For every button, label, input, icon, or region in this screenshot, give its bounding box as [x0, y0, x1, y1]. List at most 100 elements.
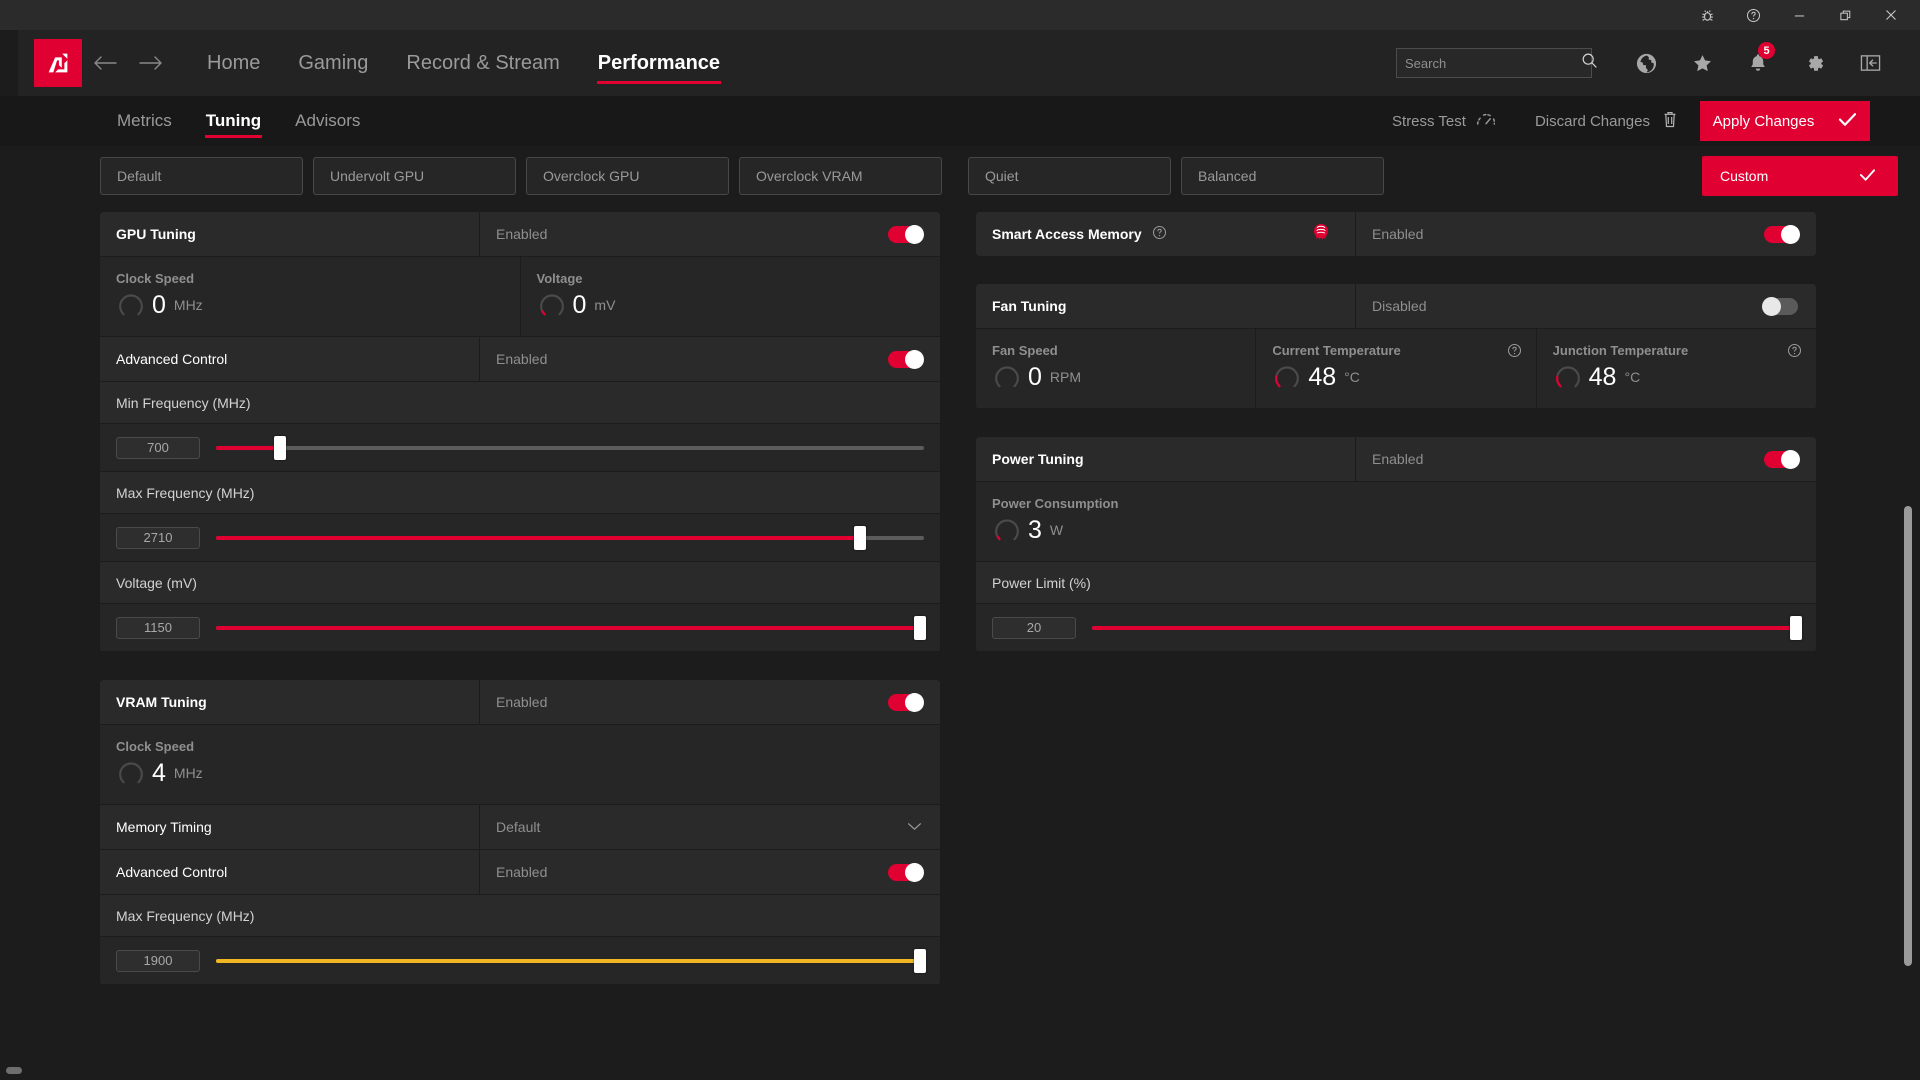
gpu-max-frequency-track[interactable]: [216, 525, 924, 550]
power-tuning-toggle[interactable]: [1764, 449, 1800, 469]
gpu-min-frequency-track[interactable]: [216, 435, 924, 460]
gpu-min-frequency-slider-row[interactable]: 700: [100, 424, 940, 472]
horizontal-scrollbar[interactable]: [6, 1067, 22, 1074]
tab-tuning[interactable]: Tuning: [189, 96, 278, 146]
vertical-scrollbar[interactable]: [1904, 506, 1912, 966]
right-column: Smart Access Memory Enabled Fan Tuning D…: [976, 212, 1816, 1013]
smart-access-memory-toggle-row[interactable]: Enabled: [1356, 212, 1816, 256]
help-circle-icon[interactable]: [1787, 343, 1802, 363]
vram-max-frequency-value[interactable]: 1900: [116, 949, 200, 972]
power-limit-track[interactable]: [1092, 615, 1803, 640]
fan-tuning-card: Fan Tuning Disabled Fan Speed 0 RPM Curr…: [976, 284, 1816, 409]
gpu-voltage-slider-value[interactable]: 1150: [116, 616, 200, 639]
nav-link-gaming[interactable]: Gaming: [279, 30, 387, 96]
sub-tabs: Metrics Tuning Advisors: [100, 96, 377, 146]
power-consumption-label: Power Consumption: [992, 496, 1119, 511]
smart-access-memory-row: Smart Access Memory Enabled: [976, 212, 1816, 256]
globe-icon[interactable]: [1618, 30, 1674, 96]
gpu-advanced-control-toggle-row[interactable]: Enabled: [480, 337, 940, 381]
nav-back-icon[interactable]: [82, 30, 128, 96]
power-consumption-metric: Power Consumption 3 W: [976, 482, 1816, 561]
vram-tuning-toggle[interactable]: [888, 692, 924, 712]
vram-max-frequency-track[interactable]: [216, 948, 927, 973]
stress-test-button[interactable]: Stress Test: [1392, 111, 1497, 131]
sub-bar-actions: Stress Test Discard Changes Apply Change…: [1392, 96, 1920, 146]
junction-temperature-unit: °C: [1624, 369, 1641, 385]
help-circle-icon[interactable]: [1507, 343, 1522, 363]
search-box[interactable]: [1396, 48, 1597, 78]
gpu-advanced-control-toggle[interactable]: [888, 349, 924, 369]
gpu-max-frequency-value[interactable]: 2710: [116, 526, 200, 549]
current-temperature-metric: Current Temperature 48 °C: [1256, 329, 1537, 408]
fan-tuning-toggle[interactable]: [1762, 296, 1798, 316]
preset-balanced[interactable]: Balanced: [1181, 157, 1384, 195]
vram-advanced-control-state: Enabled: [496, 864, 548, 880]
power-metrics-row: Power Consumption 3 W: [976, 482, 1816, 562]
discard-changes-button[interactable]: Discard Changes: [1535, 110, 1678, 133]
gpu-voltage-slider-row[interactable]: 1150: [100, 604, 940, 652]
vram-clock-speed-label: Clock Speed: [116, 739, 195, 754]
vram-max-frequency-slider-row[interactable]: 1900: [100, 937, 940, 985]
preset-overclock-vram[interactable]: Overclock VRAM: [739, 157, 942, 195]
gpu-tuning-toggle-row[interactable]: Enabled: [480, 212, 940, 256]
collapse-panel-icon[interactable]: [1842, 30, 1898, 96]
gpu-clock-speed-unit: MHz: [173, 297, 203, 313]
current-temperature-label: Current Temperature: [1272, 343, 1401, 358]
amd-logo[interactable]: [34, 39, 82, 87]
vram-memory-timing-dropdown[interactable]: Default: [480, 805, 940, 849]
gpu-max-frequency-slider-row[interactable]: 2710: [100, 514, 940, 562]
bell-icon[interactable]: 5: [1730, 30, 1786, 96]
nav-link-home[interactable]: Home: [188, 30, 279, 96]
power-limit-value[interactable]: 20: [992, 616, 1076, 639]
apply-changes-button[interactable]: Apply Changes: [1700, 101, 1870, 141]
gpu-tuning-toggle[interactable]: [888, 224, 924, 244]
search-input[interactable]: [1405, 55, 1581, 71]
gauge-icon: [119, 294, 143, 316]
chevron-down-icon[interactable]: [907, 820, 922, 834]
gpu-min-frequency-value[interactable]: 700: [116, 436, 200, 459]
gpu-voltage-metric: Voltage 0 mV: [521, 257, 941, 336]
star-icon[interactable]: [1674, 30, 1730, 96]
power-tuning-toggle-row[interactable]: Enabled: [1356, 437, 1816, 481]
gpu-voltage-value: 0: [572, 290, 587, 319]
minimize-icon[interactable]: [1776, 0, 1822, 30]
vram-tuning-toggle-row[interactable]: Enabled: [480, 680, 940, 724]
smart-access-memory-state: Enabled: [1372, 226, 1424, 242]
fan-speed-label: Fan Speed: [992, 343, 1058, 358]
tuning-content: Default Undervolt GPU Overclock GPU Over…: [0, 146, 1920, 1080]
restore-icon[interactable]: [1822, 0, 1868, 30]
stress-test-label: Stress Test: [1392, 112, 1466, 130]
vram-tuning-title: VRAM Tuning: [100, 680, 480, 724]
gpu-voltage-track[interactable]: [216, 615, 927, 640]
preset-custom[interactable]: Custom: [1702, 156, 1898, 196]
power-tuning-header-row: Power Tuning Enabled: [976, 437, 1816, 482]
preset-default[interactable]: Default: [100, 157, 303, 195]
smart-access-memory-card: Smart Access Memory Enabled: [976, 212, 1816, 256]
preset-overclock-gpu[interactable]: Overclock GPU: [526, 157, 729, 195]
nav-right-cluster: 5: [1396, 30, 1920, 96]
preset-custom-label: Custom: [1720, 168, 1769, 184]
help-circle-icon[interactable]: [1730, 0, 1776, 30]
smart-access-memory-toggle[interactable]: [1764, 224, 1800, 244]
vram-advanced-control-toggle[interactable]: [888, 862, 924, 882]
left-column: GPU Tuning Enabled Clock Speed 0 MHz Vol…: [100, 212, 940, 1013]
preset-quiet[interactable]: Quiet: [968, 157, 1171, 195]
gpu-max-frequency-label: Max Frequency (MHz): [100, 472, 940, 514]
vram-advanced-control-toggle-row[interactable]: Enabled: [480, 850, 940, 894]
gear-icon[interactable]: [1786, 30, 1842, 96]
search-icon[interactable]: [1581, 52, 1598, 74]
nav-link-record-stream[interactable]: Record & Stream: [387, 30, 578, 96]
vram-tuning-state: Enabled: [496, 694, 548, 710]
nav-forward-icon[interactable]: [128, 30, 174, 96]
tab-metrics[interactable]: Metrics: [100, 96, 189, 146]
fan-tuning-toggle-row[interactable]: Disabled: [1356, 284, 1816, 328]
gpu-voltage-slider-label: Voltage (mV): [100, 562, 940, 604]
tab-advisors[interactable]: Advisors: [278, 96, 377, 146]
preset-undervolt-gpu[interactable]: Undervolt GPU: [313, 157, 516, 195]
gpu-tuning-title: GPU Tuning: [100, 212, 480, 256]
close-icon[interactable]: [1868, 0, 1914, 30]
nav-link-performance[interactable]: Performance: [579, 30, 739, 96]
power-limit-slider-row[interactable]: 20: [976, 604, 1816, 652]
help-circle-icon[interactable]: [1152, 225, 1167, 243]
bug-icon[interactable]: [1684, 0, 1730, 30]
